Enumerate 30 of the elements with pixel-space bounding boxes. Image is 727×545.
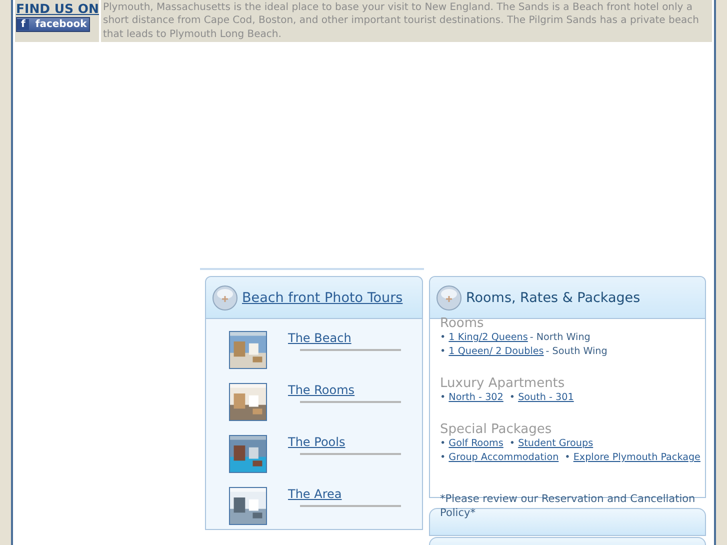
room-note: - North Wing: [530, 332, 590, 343]
policy-note: *Please review our Reservation and Cancellation Policy*: [440, 492, 696, 520]
find-us-heading: FIND US ON: [16, 1, 99, 17]
bullet: •: [440, 452, 446, 463]
bullet: •: [509, 392, 516, 403]
bullet: •: [440, 438, 446, 449]
section-heading: Rooms: [440, 316, 485, 331]
photo-tour-link[interactable]: The Rooms: [288, 383, 401, 397]
room-link[interactable]: Golf Rooms: [448, 438, 504, 449]
bullet: •: [440, 346, 446, 357]
section-heading: Special Packages: [440, 422, 553, 437]
bullet: •: [440, 332, 446, 343]
bullet: •: [564, 452, 570, 463]
intro-paragraph: Plymouth, Massachusetts is the ideal place to base your visit to New England. The Sands is a Beach front hotel only a short distance from Cape Cod, Boston, and other important tourist destinations. The Pilgrim Sands has a private beach that leads to Plymouth Long Beach.: [101, 0, 712, 42]
room-link[interactable]: Explore Plymouth Package: [573, 452, 700, 463]
room-link[interactable]: 1 Queen/ 2 Doubles: [448, 346, 544, 357]
room-link[interactable]: 1 King/2 Queens: [448, 332, 528, 343]
room-link[interactable]: North - 302: [448, 392, 504, 403]
photo-tour-link[interactable]: The Beach: [288, 331, 401, 345]
room-link[interactable]: Student Groups: [518, 438, 594, 449]
section-heading: Luxury Apartments: [440, 376, 566, 391]
room-link[interactable]: Group Accommodation: [448, 452, 559, 463]
facebook-button[interactable]: f facebook: [16, 17, 90, 32]
rooms-panel-title: Rooms, Rates & Packages: [466, 290, 640, 306]
bullet: •: [509, 438, 516, 449]
photo-tour-link[interactable]: The Area: [288, 487, 401, 501]
room-link[interactable]: South - 301: [518, 392, 574, 403]
room-note: - South Wing: [546, 346, 608, 357]
photo-tour-link[interactable]: The Pools: [288, 435, 401, 449]
bullet: •: [440, 392, 446, 403]
